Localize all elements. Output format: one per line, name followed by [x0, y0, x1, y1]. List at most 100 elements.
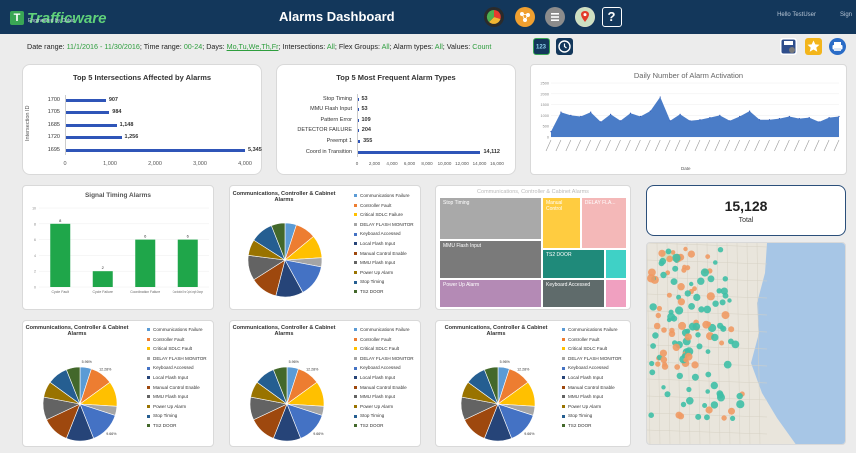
treemap-cell[interactable]	[604, 249, 627, 279]
area-point[interactable]	[739, 115, 741, 118]
area-point[interactable]	[719, 114, 721, 116]
legend-item[interactable]: Manual Control Enable	[562, 383, 622, 393]
legend-item[interactable]: Local Flash Input	[147, 373, 207, 383]
area-point[interactable]	[679, 113, 681, 115]
flex-groups-value[interactable]: All	[382, 42, 390, 51]
alarm-cluster-marker[interactable]	[684, 333, 692, 341]
alarm-cluster-marker[interactable]	[675, 306, 684, 315]
alarm-cluster-marker[interactable]	[674, 364, 681, 370]
alarm-cluster-marker[interactable]	[653, 322, 661, 330]
alarm-cluster-marker[interactable]	[668, 309, 674, 315]
area-point[interactable]	[818, 121, 820, 123]
area-point[interactable]	[600, 121, 602, 123]
alarm-cluster-marker[interactable]	[692, 322, 701, 331]
legend-item[interactable]: Critical SDLC Failure	[354, 210, 414, 220]
alarm-cluster-marker[interactable]	[666, 255, 673, 263]
legend-item[interactable]: Manual Control Enable	[354, 383, 414, 393]
alarm-cluster-marker[interactable]	[721, 415, 727, 421]
legend-item[interactable]: Controller Fault	[354, 335, 414, 345]
alarm-cluster-marker[interactable]	[713, 260, 718, 265]
alarm-cluster-marker[interactable]	[659, 349, 667, 357]
alarm-cluster-marker[interactable]	[683, 246, 688, 252]
alarm-cluster-marker[interactable]	[702, 403, 708, 408]
help-icon[interactable]: ?	[602, 7, 622, 27]
legend-item[interactable]: MMU Flash Input	[147, 392, 207, 402]
alarm-cluster-marker[interactable]	[704, 414, 710, 421]
alarm-cluster-marker[interactable]	[717, 391, 724, 399]
numeric-toggle-button[interactable]: 123	[533, 38, 550, 55]
bar[interactable]	[65, 148, 245, 152]
area-point[interactable]	[590, 111, 592, 113]
alarm-cluster-marker[interactable]	[655, 361, 661, 367]
alarm-cluster-marker[interactable]	[736, 392, 743, 400]
area-point[interactable]	[778, 118, 781, 120]
alarm-cluster-marker[interactable]	[670, 278, 678, 285]
alarm-cluster-marker[interactable]	[661, 327, 667, 333]
alarm-cluster-marker[interactable]	[677, 298, 685, 306]
legend-item[interactable]: TS2 DOOR	[562, 421, 622, 431]
bar[interactable]	[177, 239, 198, 287]
area-point[interactable]	[749, 110, 751, 112]
bar[interactable]	[65, 111, 110, 114]
alarm-cluster-marker[interactable]	[686, 397, 694, 405]
legend-item[interactable]: Controller Fault	[562, 335, 622, 345]
legend-item[interactable]: MMU Flash Input	[562, 392, 622, 402]
area-point[interactable]	[570, 114, 572, 116]
print-icon[interactable]	[829, 38, 846, 55]
legend-item[interactable]: Communications Failure	[562, 325, 622, 335]
alarm-cluster-marker[interactable]	[736, 400, 745, 409]
legend-item[interactable]: DELAY FLASH MONITOR	[354, 220, 414, 230]
area-point[interactable]	[699, 119, 701, 121]
alarm-cluster-marker[interactable]	[721, 311, 730, 320]
area-point[interactable]	[788, 115, 790, 118]
legend-item[interactable]: DELAY FLASH MONITOR	[354, 354, 414, 364]
legend-item[interactable]: Power Up Alarm	[354, 402, 414, 412]
area-point[interactable]	[838, 115, 840, 118]
area-point[interactable]	[689, 120, 691, 122]
alarm-cluster-marker[interactable]	[688, 303, 695, 310]
legend-item[interactable]: Communications Failure	[354, 191, 414, 201]
area-point[interactable]	[619, 120, 622, 122]
alarm-cluster-marker[interactable]	[682, 264, 687, 270]
area-point[interactable]	[580, 115, 582, 118]
legend-item[interactable]: Manual Control Enable	[354, 249, 414, 259]
alarm-cluster-marker[interactable]	[659, 257, 667, 265]
alarm-cluster-marker[interactable]	[695, 413, 702, 420]
alarm-cluster-marker[interactable]	[676, 372, 683, 380]
alarm-cluster-marker[interactable]	[670, 250, 676, 255]
days-value[interactable]: Mo,Tu,We,Th,Fr	[227, 42, 279, 51]
alarm-cluster-marker[interactable]	[655, 312, 661, 319]
alarm-cluster-marker[interactable]	[705, 349, 711, 354]
legend-item[interactable]: Communications Failure	[147, 325, 207, 335]
alarm-cluster-marker[interactable]	[695, 332, 701, 338]
alarm-cluster-marker[interactable]	[680, 401, 687, 408]
alarm-cluster-marker[interactable]	[683, 357, 689, 363]
treemap-cell[interactable]: TS2 DOOR	[542, 249, 605, 279]
alarm-cluster-marker[interactable]	[672, 265, 679, 272]
intersections-value[interactable]: All	[327, 42, 335, 51]
legend-item[interactable]: MMU Flash Input	[354, 258, 414, 268]
area-point[interactable]	[768, 119, 771, 121]
treemap-cell[interactable]	[604, 278, 627, 308]
area-point[interactable]	[808, 116, 810, 119]
alarm-cluster-marker[interactable]	[719, 299, 726, 306]
alarm-cluster-marker[interactable]	[687, 250, 695, 258]
treemap-cell[interactable]: DELAY FLA...	[580, 197, 627, 250]
alarm-cluster-marker[interactable]	[649, 303, 657, 311]
legend-item[interactable]: Critical SDLC Fault	[562, 344, 622, 354]
alarm-cluster-marker[interactable]	[686, 386, 692, 393]
legend-item[interactable]: Manual Control Enable	[147, 383, 207, 393]
alarm-cluster-marker[interactable]	[658, 249, 666, 257]
map-pin-icon[interactable]	[575, 7, 595, 27]
alarm-cluster-marker[interactable]	[703, 305, 712, 314]
alarm-cluster-marker[interactable]	[684, 290, 691, 297]
favorite-star-icon[interactable]	[805, 38, 822, 55]
alarm-cluster-marker[interactable]	[728, 407, 735, 415]
alarm-cluster-marker[interactable]	[712, 300, 719, 307]
alarm-cluster-marker[interactable]	[705, 371, 712, 378]
pie-chart-icon[interactable]	[484, 7, 504, 27]
alarm-cluster-marker[interactable]	[728, 326, 735, 333]
alarm-cluster-marker[interactable]	[719, 340, 725, 346]
bar[interactable]	[135, 239, 156, 287]
bar[interactable]	[65, 123, 117, 127]
